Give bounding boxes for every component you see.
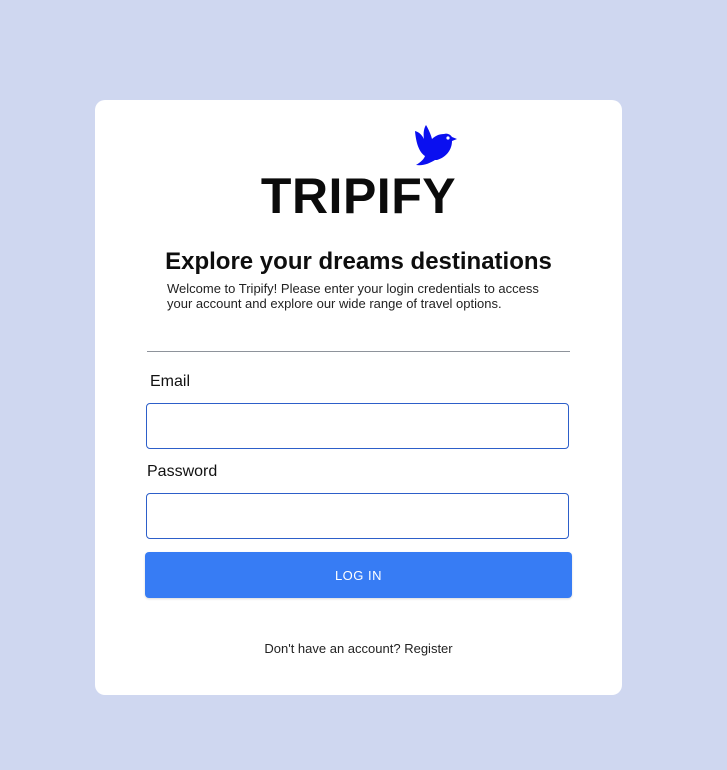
email-field[interactable] — [146, 403, 569, 449]
intro-text: Welcome to Tripify! Please enter your lo… — [167, 281, 539, 311]
logo: TRIPIFY — [95, 100, 622, 230]
bird-icon — [415, 125, 457, 166]
page-title: Explore your dreams destinations — [165, 248, 552, 275]
register-prompt-text: Don't have an account? — [264, 641, 401, 656]
register-link[interactable]: Register — [404, 641, 452, 656]
login-button[interactable]: LOG IN — [145, 552, 572, 598]
password-field[interactable] — [146, 493, 569, 539]
brand-name: TRIPIFY — [260, 168, 457, 224]
password-label: Password — [147, 463, 218, 480]
email-label: Email — [150, 373, 191, 390]
login-card: TRIPIFY Explore your dreams destinations… — [95, 100, 622, 695]
register-prompt: Don't have an account? Register — [95, 641, 622, 657]
divider — [147, 351, 570, 352]
